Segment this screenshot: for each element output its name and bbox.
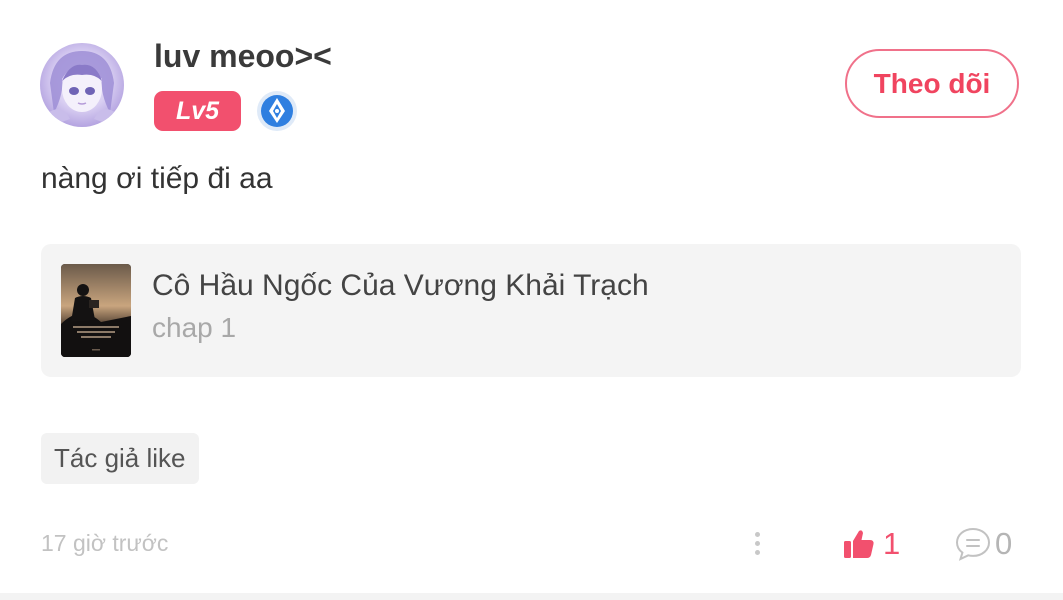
username[interactable]: luv meoo><	[154, 38, 332, 75]
pen-nib-badge-icon	[256, 90, 298, 132]
comment-bubble-icon	[955, 527, 991, 561]
level-badge: Lv5	[154, 91, 241, 131]
comment-count: 0	[995, 526, 1013, 561]
more-dot	[755, 541, 760, 546]
story-title: Cô Hầu Ngốc Của Vương Khải Trạch	[152, 269, 649, 302]
story-cover-image	[61, 264, 131, 357]
story-card[interactable]: Cô Hầu Ngốc Của Vương Khải Trạch chap 1	[41, 244, 1021, 377]
more-dot	[755, 532, 760, 537]
avatar-image	[48, 51, 116, 127]
more-options-button[interactable]	[744, 528, 770, 560]
story-chapter: chap 1	[152, 312, 237, 343]
thumbs-up-icon	[844, 530, 874, 558]
bottom-divider	[0, 593, 1063, 600]
author-like-tag: Tác giả like	[41, 433, 199, 484]
like-count: 1	[883, 526, 901, 561]
follow-button[interactable]: Theo dõi	[845, 49, 1019, 118]
comment-text: nàng ơi tiếp đi aa	[41, 162, 273, 195]
avatar[interactable]	[40, 43, 124, 127]
more-dot	[755, 550, 760, 555]
timestamp: 17 giờ trước	[41, 530, 169, 556]
